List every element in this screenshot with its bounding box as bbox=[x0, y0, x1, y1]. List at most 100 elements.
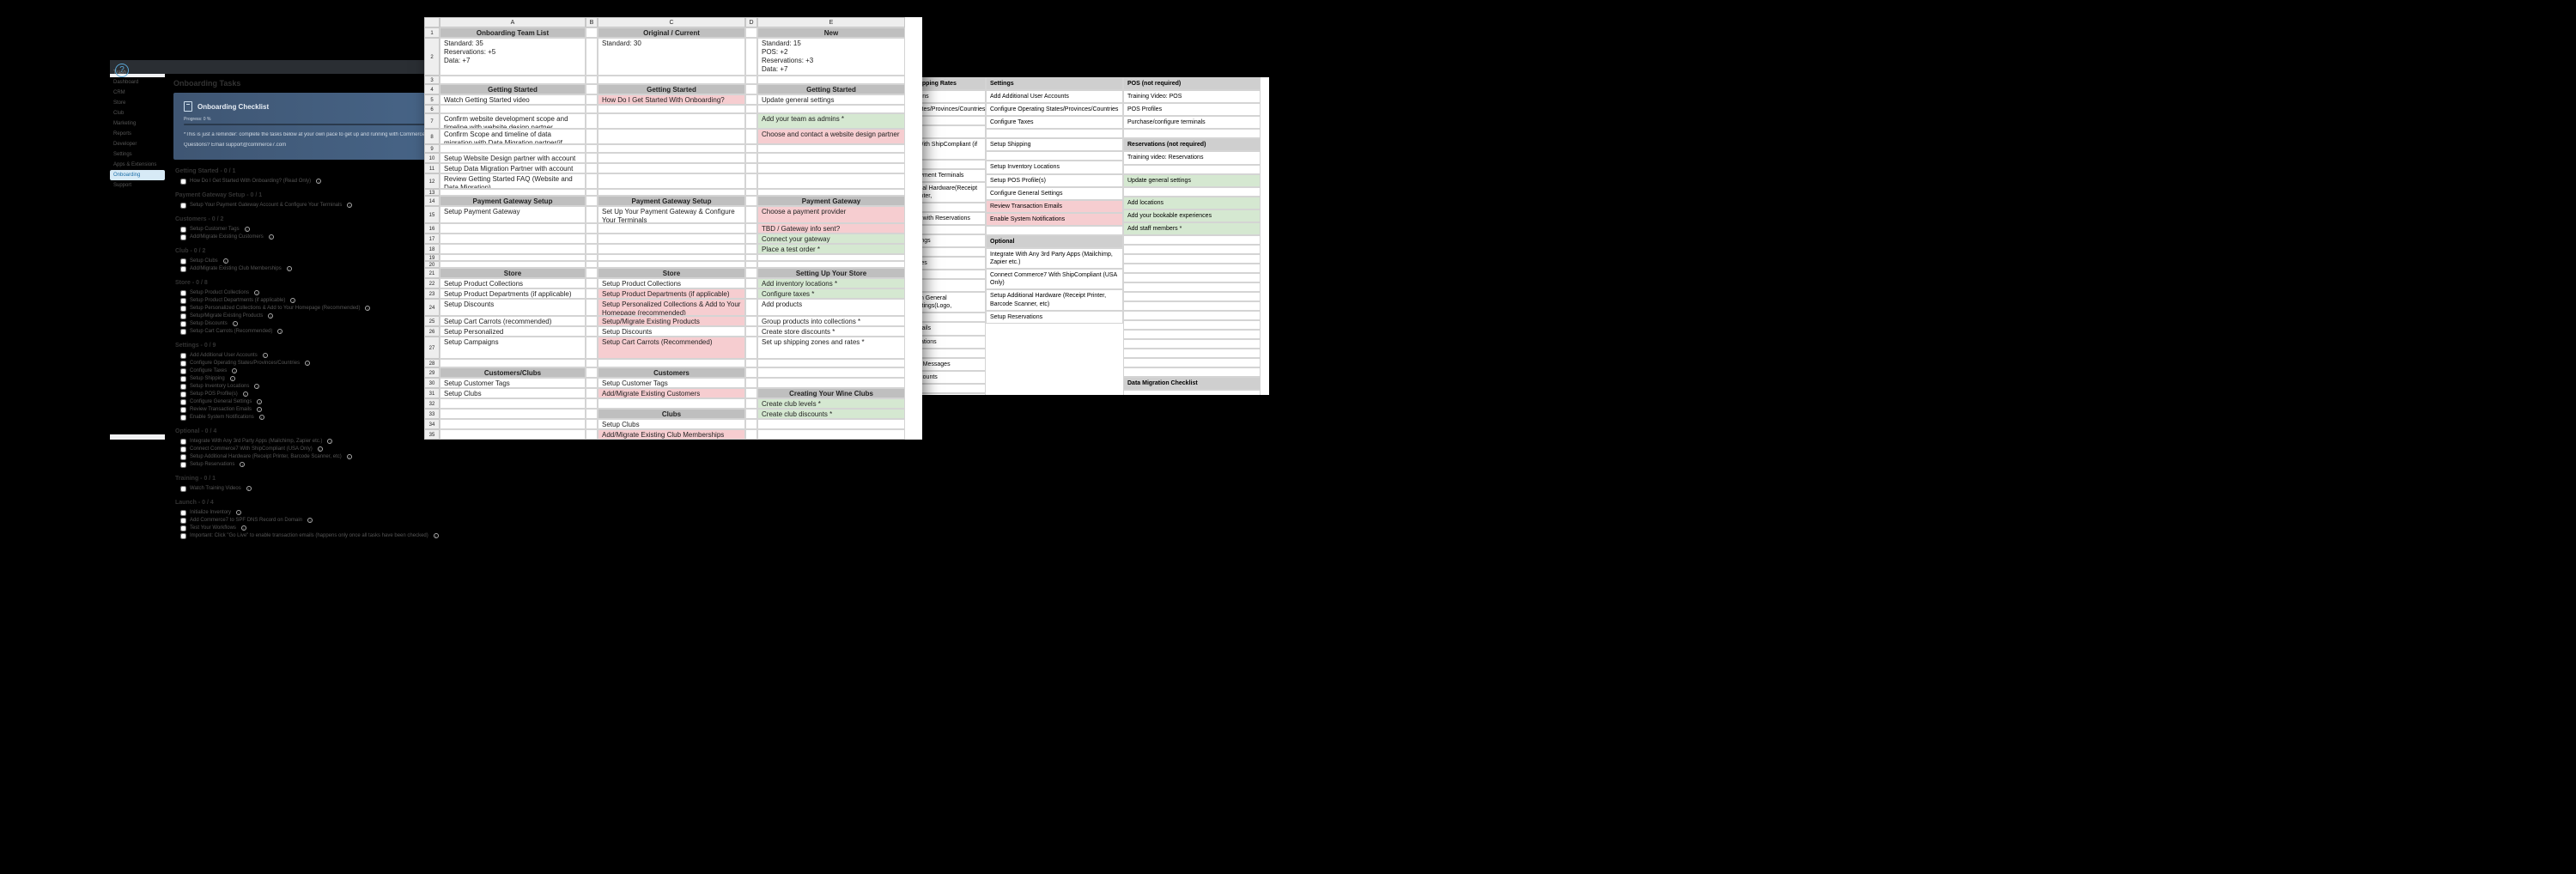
row-header[interactable]: 15 bbox=[424, 206, 440, 223]
cell[interactable]: Setup Customer Tags bbox=[440, 378, 586, 388]
task-checkbox[interactable] bbox=[180, 376, 186, 382]
cell[interactable] bbox=[598, 244, 745, 254]
cell[interactable]: Configure taxes * bbox=[757, 288, 905, 299]
row-header[interactable]: 34 bbox=[424, 419, 440, 429]
info-icon[interactable]: i bbox=[365, 306, 370, 311]
cell[interactable]: Create club discounts * bbox=[757, 409, 905, 419]
info-icon[interactable]: i bbox=[241, 525, 246, 531]
cell[interactable] bbox=[745, 429, 757, 440]
row-header[interactable]: 30 bbox=[424, 378, 440, 388]
cell[interactable] bbox=[586, 419, 598, 429]
cell[interactable]: Getting Started bbox=[598, 84, 745, 94]
cell[interactable] bbox=[440, 398, 586, 409]
cell[interactable] bbox=[745, 234, 757, 244]
cell[interactable] bbox=[586, 429, 598, 440]
info-icon[interactable]: i bbox=[243, 391, 248, 397]
cell[interactable] bbox=[586, 398, 598, 409]
row-header[interactable]: 13 bbox=[424, 189, 440, 196]
cell[interactable]: Payment Gateway bbox=[757, 196, 905, 206]
task-checkbox[interactable] bbox=[180, 368, 186, 374]
info-icon[interactable]: i bbox=[347, 454, 352, 459]
sidebar-item-settings[interactable]: Settings bbox=[110, 149, 165, 160]
cell[interactable] bbox=[586, 388, 598, 398]
row-header[interactable]: 4 bbox=[424, 84, 440, 94]
cell[interactable] bbox=[757, 261, 905, 268]
col-header[interactable]: E bbox=[757, 17, 905, 27]
info-icon[interactable]: i bbox=[233, 321, 238, 326]
task-checkbox[interactable] bbox=[180, 384, 186, 390]
cell[interactable]: Place a test order * bbox=[757, 244, 905, 254]
col-header[interactable]: C bbox=[598, 17, 745, 27]
row-header[interactable]: 18 bbox=[424, 244, 440, 254]
cell[interactable] bbox=[745, 38, 757, 76]
cell[interactable]: Setup Website Design partner with accoun… bbox=[440, 153, 586, 163]
cell[interactable]: Setup Payment Gateway bbox=[440, 206, 586, 223]
info-icon[interactable]: i bbox=[223, 258, 228, 264]
cell[interactable] bbox=[757, 153, 905, 163]
cell[interactable] bbox=[586, 261, 598, 268]
task-checkbox[interactable] bbox=[180, 462, 186, 468]
info-icon[interactable]: i bbox=[290, 298, 295, 303]
sidebar-item-support[interactable]: Support bbox=[110, 180, 165, 191]
info-icon[interactable]: i bbox=[287, 266, 292, 271]
cell[interactable] bbox=[745, 113, 757, 129]
cell[interactable] bbox=[745, 288, 757, 299]
task-checkbox[interactable] bbox=[180, 518, 186, 524]
task-checkbox[interactable] bbox=[180, 329, 186, 335]
sidebar-item-developer[interactable]: Developer bbox=[110, 139, 165, 149]
cell[interactable]: Setup Product Collections bbox=[598, 278, 745, 288]
task-checkbox[interactable] bbox=[180, 266, 186, 272]
task-checkbox[interactable] bbox=[180, 399, 186, 405]
cell[interactable]: Setup Cart Carrots (Recommended) bbox=[598, 337, 745, 359]
task-checkbox[interactable] bbox=[180, 203, 186, 209]
cell[interactable] bbox=[745, 388, 757, 398]
info-icon[interactable]: i bbox=[327, 439, 332, 444]
cell[interactable] bbox=[745, 409, 757, 419]
help-icon[interactable]: ? bbox=[115, 64, 129, 77]
cell[interactable]: Setup Product Departments (if applicable… bbox=[598, 288, 745, 299]
cell[interactable] bbox=[586, 27, 598, 38]
cell[interactable] bbox=[757, 429, 905, 440]
cell[interactable]: Setup Clubs bbox=[598, 419, 745, 429]
cell[interactable] bbox=[586, 326, 598, 337]
cell[interactable] bbox=[745, 359, 757, 367]
row-header[interactable]: 6 bbox=[424, 105, 440, 113]
row-header[interactable]: 11 bbox=[424, 163, 440, 173]
cell[interactable] bbox=[440, 429, 586, 440]
cell[interactable]: Setup/Migrate Existing Products bbox=[598, 316, 745, 326]
task-checkbox[interactable] bbox=[180, 353, 186, 359]
cell[interactable] bbox=[745, 244, 757, 254]
cell[interactable]: Payment Gateway Setup bbox=[598, 196, 745, 206]
cell[interactable] bbox=[745, 196, 757, 206]
task-checkbox[interactable] bbox=[180, 179, 186, 185]
cell[interactable] bbox=[598, 105, 745, 113]
info-icon[interactable]: i bbox=[230, 376, 235, 381]
info-icon[interactable]: i bbox=[316, 179, 321, 184]
cell[interactable] bbox=[440, 359, 586, 367]
cell[interactable] bbox=[586, 113, 598, 129]
cell[interactable] bbox=[586, 223, 598, 234]
cell[interactable] bbox=[440, 223, 586, 234]
cell[interactable]: Setup Cart Carrots (recommended) bbox=[440, 316, 586, 326]
row-header[interactable]: 8 bbox=[424, 129, 440, 144]
info-icon[interactable]: i bbox=[269, 234, 274, 240]
cell[interactable] bbox=[745, 105, 757, 113]
task-checkbox[interactable] bbox=[180, 415, 186, 421]
cell[interactable] bbox=[440, 234, 586, 244]
cell[interactable]: Connect your gateway bbox=[757, 234, 905, 244]
cell[interactable]: Review Getting Started FAQ (Website and … bbox=[440, 173, 586, 189]
cell[interactable]: Set Up Your Payment Gateway & Configure … bbox=[598, 206, 745, 223]
cell[interactable]: Payment Gateway Setup bbox=[440, 196, 586, 206]
info-icon[interactable]: i bbox=[254, 384, 259, 389]
cell[interactable]: Confirm website development scope and ti… bbox=[440, 113, 586, 129]
cell[interactable]: Customers/Clubs bbox=[440, 367, 586, 378]
cell[interactable] bbox=[745, 299, 757, 316]
task-checkbox[interactable] bbox=[180, 321, 186, 327]
cell[interactable] bbox=[440, 105, 586, 113]
cell[interactable] bbox=[745, 76, 757, 84]
cell[interactable]: Creating Your Wine Clubs bbox=[757, 388, 905, 398]
cell[interactable] bbox=[598, 144, 745, 153]
cell[interactable] bbox=[598, 173, 745, 189]
cell[interactable]: Set up shipping zones and rates * bbox=[757, 337, 905, 359]
cell[interactable] bbox=[586, 206, 598, 223]
